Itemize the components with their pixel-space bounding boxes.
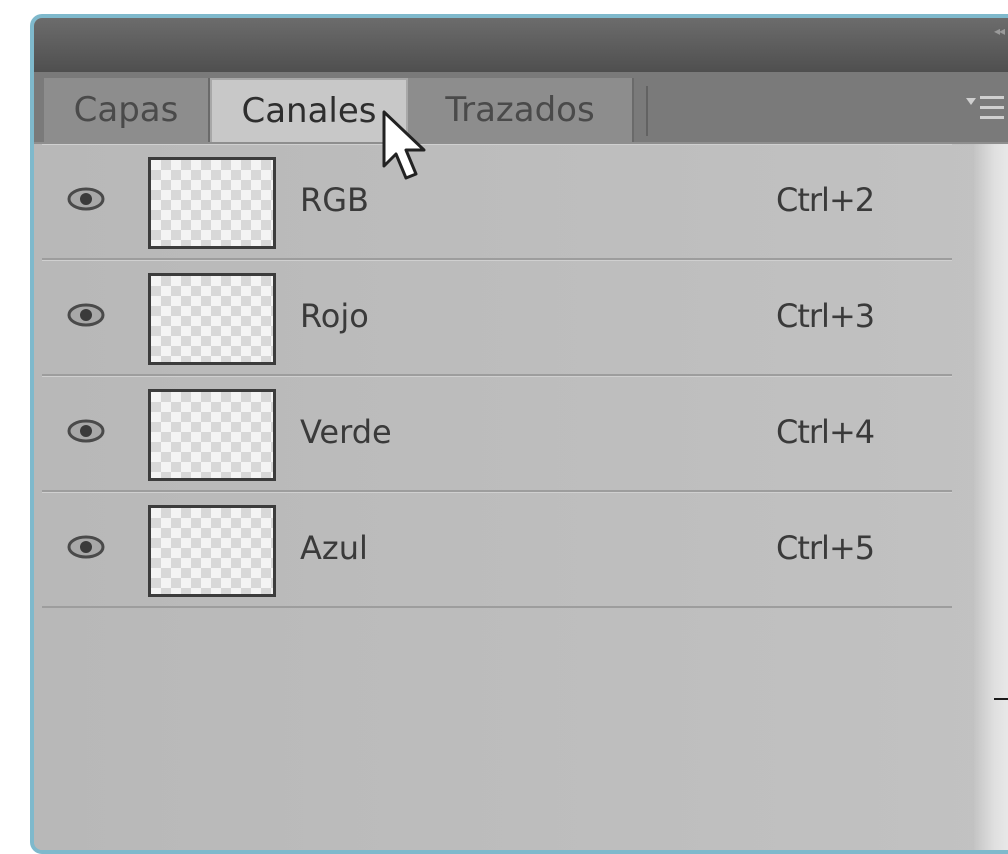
channels-panel: ◂◂ Capas Canales Trazados RGB Ctrl+2 Roj… (30, 14, 1008, 854)
channel-thumbnail (148, 157, 276, 249)
panel-menu-bar (980, 106, 1004, 109)
panel-tab-bar: Capas Canales Trazados (34, 72, 1008, 144)
channel-shortcut: Ctrl+2 (776, 181, 875, 219)
eye-icon[interactable] (66, 417, 106, 445)
panel-menu-icon[interactable] (966, 92, 1006, 128)
channel-row-azul[interactable]: Azul Ctrl+5 (42, 492, 952, 608)
scrollbar-track[interactable] (974, 144, 1008, 850)
channel-thumbnail (148, 273, 276, 365)
eye-icon[interactable] (66, 185, 106, 213)
panel-title-bar[interactable]: ◂◂ (34, 18, 1008, 72)
edge-mark (994, 698, 1008, 700)
channels-list-area: RGB Ctrl+2 Rojo Ctrl+3 Verde Ctrl+4 Azul… (34, 144, 1008, 850)
channel-name: Rojo (300, 297, 369, 335)
channel-list: RGB Ctrl+2 Rojo Ctrl+3 Verde Ctrl+4 Azul… (42, 144, 952, 608)
channel-thumbnail (148, 505, 276, 597)
channel-row-rgb[interactable]: RGB Ctrl+2 (42, 144, 952, 260)
collapse-grip-icon[interactable]: ◂◂ (994, 25, 1008, 37)
panel-menu-arrow (966, 98, 976, 105)
eye-icon[interactable] (66, 301, 106, 329)
channel-name: RGB (300, 181, 369, 219)
channel-name: Verde (300, 413, 392, 451)
channel-row-verde[interactable]: Verde Ctrl+4 (42, 376, 952, 492)
tab-canales[interactable]: Canales (210, 78, 408, 142)
eye-icon[interactable] (66, 533, 106, 561)
tab-divider (646, 86, 648, 136)
tab-capas[interactable]: Capas (44, 78, 210, 142)
channel-thumbnail (148, 389, 276, 481)
tab-trazados[interactable]: Trazados (408, 78, 634, 142)
channel-shortcut: Ctrl+4 (776, 413, 875, 451)
panel-menu-bar (980, 96, 1004, 99)
channel-shortcut: Ctrl+5 (776, 529, 875, 567)
channel-shortcut: Ctrl+3 (776, 297, 875, 335)
channel-row-rojo[interactable]: Rojo Ctrl+3 (42, 260, 952, 376)
channel-name: Azul (300, 529, 368, 567)
panel-menu-bar (980, 116, 1004, 119)
